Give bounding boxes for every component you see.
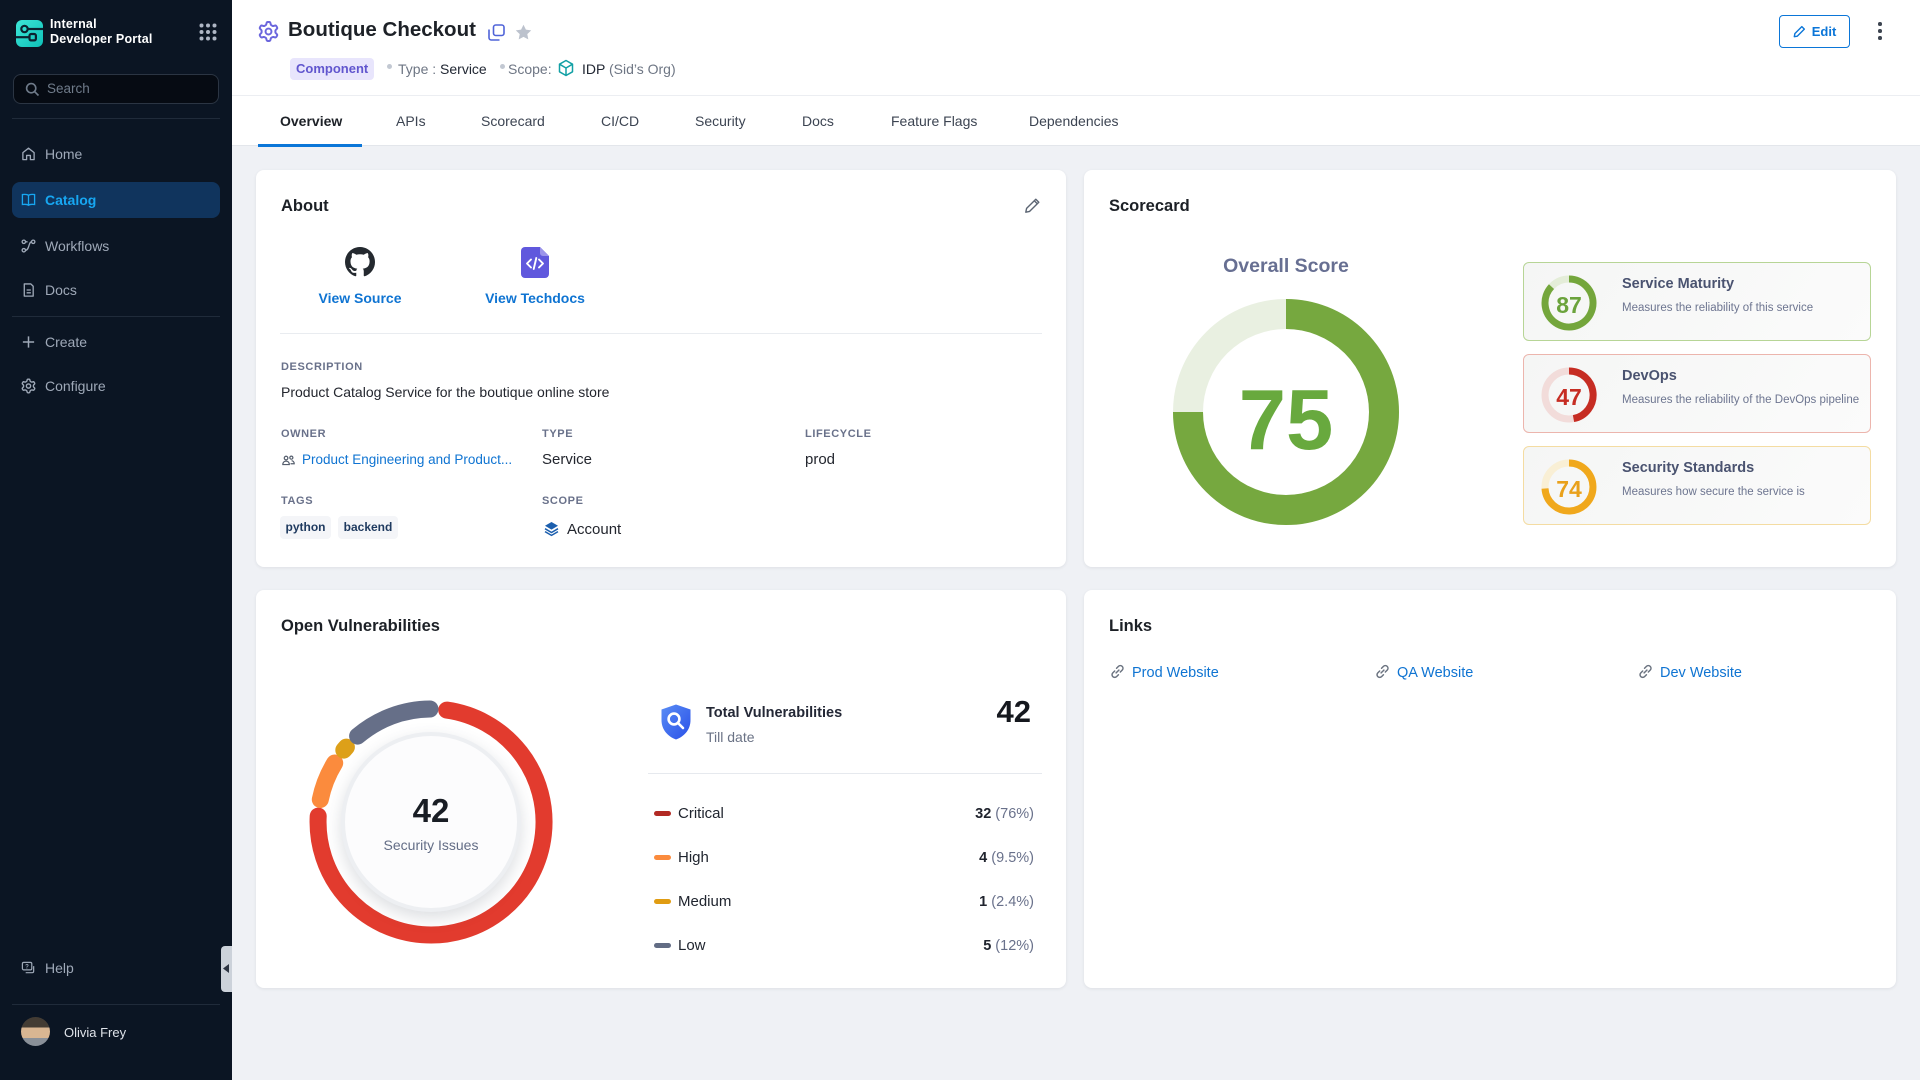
- svg-text:?: ?: [25, 964, 29, 971]
